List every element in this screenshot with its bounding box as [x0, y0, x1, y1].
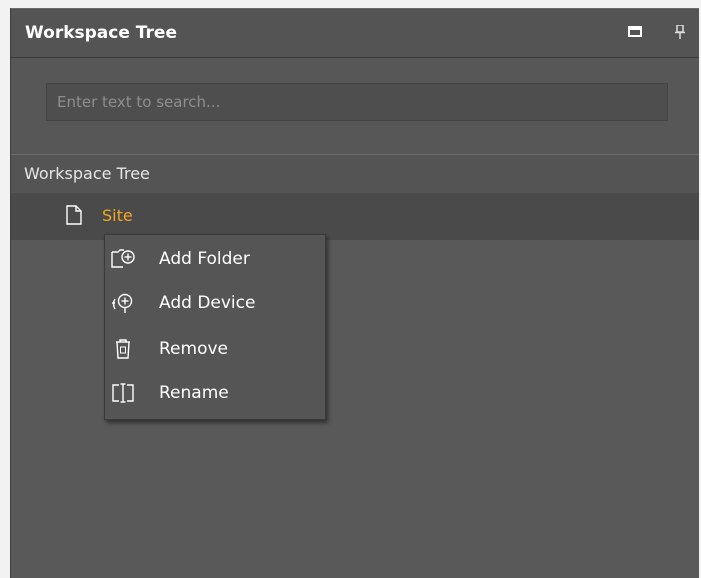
- pin-icon[interactable]: [673, 25, 687, 39]
- add-folder-menu-item[interactable]: Add Folder: [105, 237, 325, 281]
- remove-label: Remove: [159, 339, 228, 359]
- search-input[interactable]: [46, 83, 668, 121]
- rename-menu-item[interactable]: Rename: [105, 371, 325, 415]
- remove-menu-item[interactable]: Remove: [105, 327, 325, 371]
- window-restore-icon[interactable]: [628, 25, 642, 39]
- rename-icon: [110, 381, 136, 405]
- context-menu: Add Folder Add Device Remove Rename: [104, 234, 326, 420]
- tree-node-label: Site: [102, 206, 133, 225]
- add-folder-icon: [110, 247, 136, 271]
- document-icon: [66, 205, 82, 229]
- add-folder-label: Add Folder: [159, 249, 250, 269]
- search-section: [11, 58, 699, 154]
- add-device-icon: [110, 291, 136, 315]
- trash-icon: [110, 337, 136, 361]
- add-device-menu-item[interactable]: Add Device: [105, 281, 325, 325]
- panel-header: Workspace Tree: [11, 8, 699, 58]
- tree-column-header: Workspace Tree: [11, 154, 699, 194]
- add-device-label: Add Device: [159, 293, 256, 313]
- tree-header-label: Workspace Tree: [24, 164, 150, 183]
- panel-title: Workspace Tree: [25, 23, 177, 43]
- rename-label: Rename: [159, 383, 229, 403]
